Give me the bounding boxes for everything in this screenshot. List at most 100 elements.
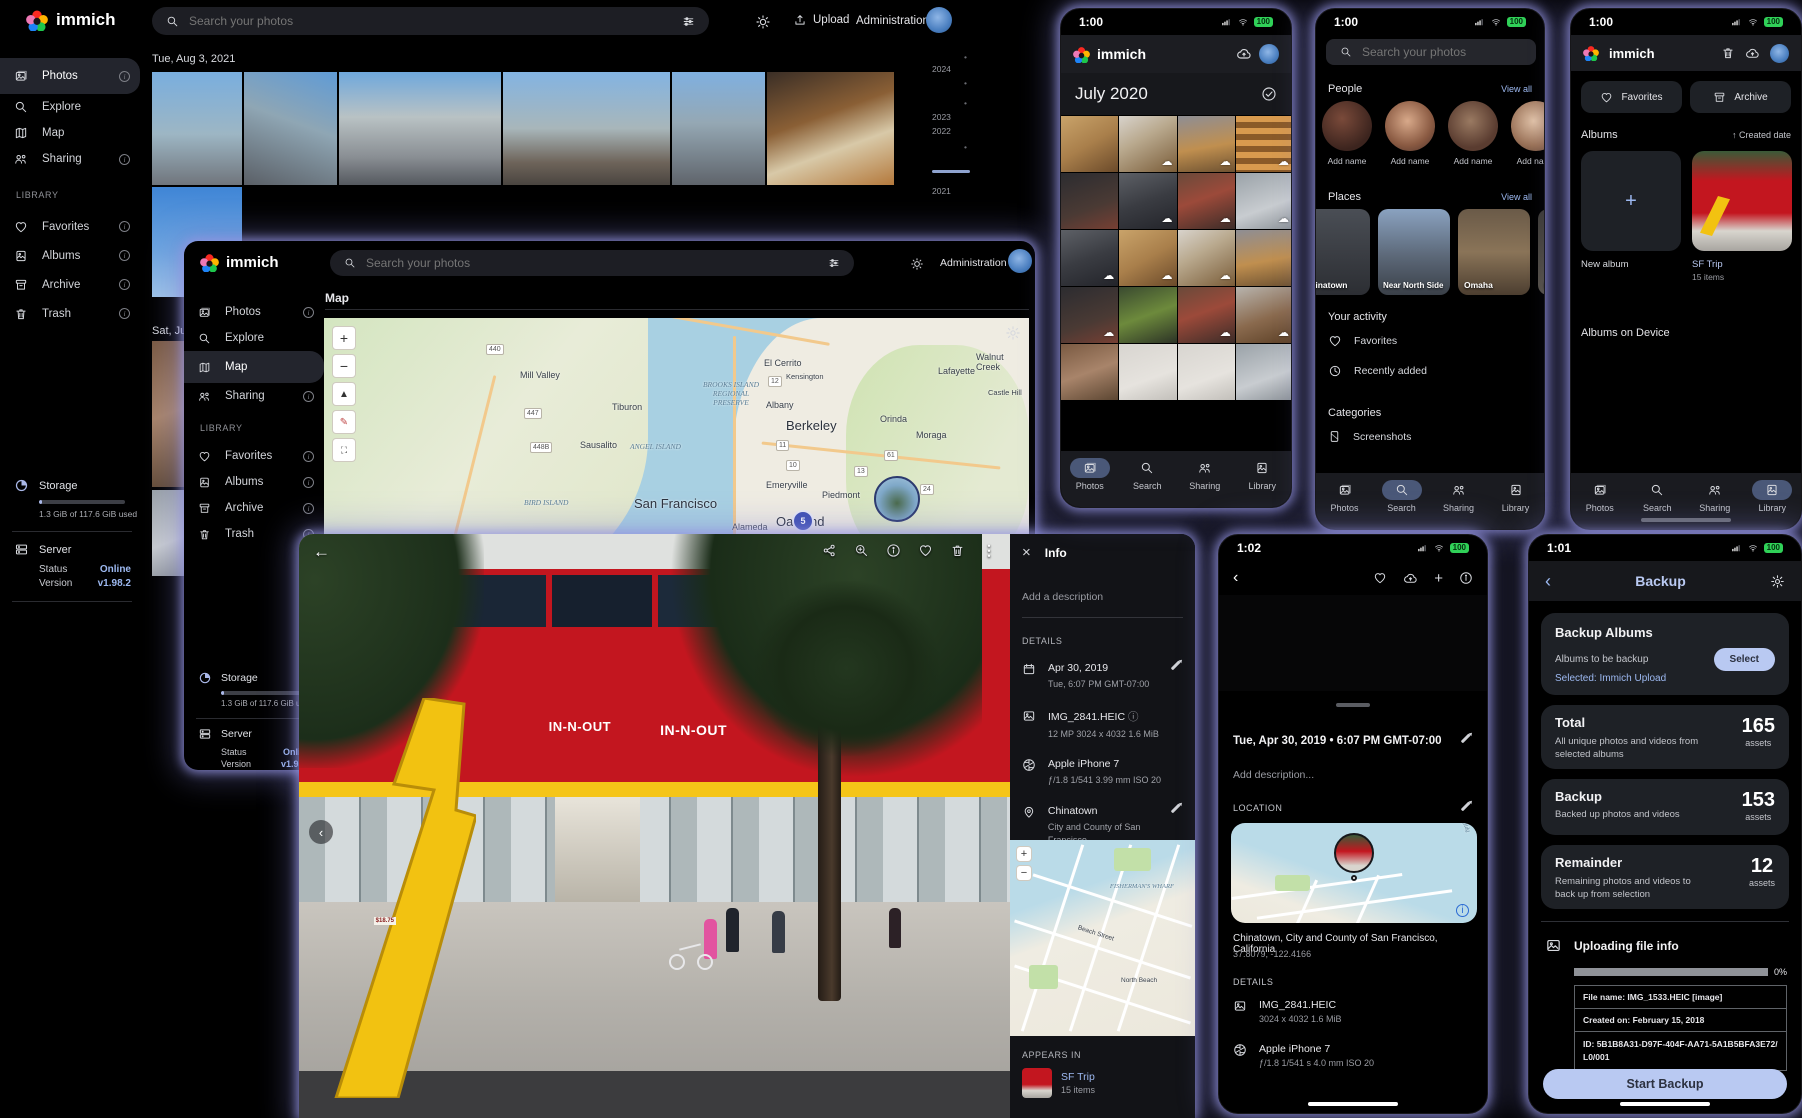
map-photo-marker[interactable] bbox=[874, 476, 920, 522]
favorites-button[interactable]: Favorites bbox=[1581, 81, 1682, 113]
cloud-sync-icon[interactable] bbox=[1745, 46, 1760, 61]
sidebar-item-albums[interactable]: Albumsi bbox=[0, 241, 140, 270]
trash-icon[interactable] bbox=[1721, 46, 1735, 60]
photo-thumbnail[interactable]: ☁ bbox=[1061, 287, 1118, 343]
nav-photos[interactable]: Photos bbox=[1316, 480, 1373, 513]
category-screenshots-row[interactable]: Screenshots bbox=[1328, 430, 1411, 443]
sidebar-item-archive[interactable]: Archivei bbox=[184, 495, 324, 521]
info-icon[interactable]: i bbox=[119, 71, 130, 82]
photo-thumbnail[interactable] bbox=[1119, 344, 1176, 400]
nav-sharing[interactable]: Sharing bbox=[1686, 480, 1744, 513]
person-item[interactable]: Add name bbox=[1511, 101, 1545, 166]
archive-button[interactable]: Archive bbox=[1690, 81, 1791, 113]
nav-photos[interactable]: Photos bbox=[1061, 458, 1119, 491]
back-chevron-icon[interactable]: ‹ bbox=[1233, 569, 1357, 587]
sidebar-item-explore[interactable]: Explore bbox=[0, 94, 140, 120]
administration-link[interactable]: Administration bbox=[940, 257, 1007, 269]
search-bar[interactable] bbox=[330, 250, 854, 276]
map-compass-button[interactable]: ▲ bbox=[332, 382, 356, 406]
map-zoom-in-button[interactable]: + bbox=[332, 326, 356, 350]
theme-toggle-button[interactable] bbox=[910, 255, 924, 273]
search-input[interactable] bbox=[1360, 44, 1522, 60]
upload-button[interactable]: Upload bbox=[793, 13, 849, 27]
description-field[interactable]: Add description... bbox=[1233, 769, 1314, 781]
nav-library[interactable]: Library bbox=[1234, 458, 1292, 491]
photo-thumbnail[interactable] bbox=[244, 72, 337, 185]
info-icon[interactable]: i bbox=[119, 250, 130, 261]
info-icon[interactable] bbox=[886, 543, 901, 558]
viewer-photo[interactable]: IN-N-OUT IN-N-OUT $18.75 bbox=[299, 534, 1010, 1118]
avatar[interactable] bbox=[926, 7, 952, 33]
photo-thumbnail[interactable] bbox=[1061, 116, 1118, 172]
info-icon[interactable]: i bbox=[303, 503, 314, 514]
search-input[interactable] bbox=[364, 255, 820, 271]
info-icon[interactable]: i bbox=[303, 477, 314, 488]
photo-thumbnail[interactable] bbox=[1061, 344, 1118, 400]
sidebar-item-archive[interactable]: Archivei bbox=[0, 270, 140, 299]
cloud-upload-icon[interactable] bbox=[1403, 571, 1418, 586]
place-tile[interactable]: Pi bbox=[1538, 209, 1545, 295]
places-view-all-link[interactable]: View all bbox=[1501, 192, 1532, 202]
info-icon[interactable]: i bbox=[119, 154, 130, 165]
search-input[interactable] bbox=[187, 13, 674, 29]
timeline-scrubber[interactable]: 2024 2023 2022 2021 • • • • bbox=[932, 60, 976, 210]
map-zoom-out-button[interactable]: − bbox=[332, 354, 356, 378]
theme-toggle-button[interactable] bbox=[755, 13, 771, 31]
map-settings-button[interactable] bbox=[1005, 324, 1021, 342]
favorite-heart-icon[interactable] bbox=[918, 543, 933, 558]
minimap-zoom-out-button[interactable]: − bbox=[1016, 865, 1032, 881]
photo-thumbnail[interactable]: ☁ bbox=[1119, 173, 1176, 229]
photo-thumbnail[interactable] bbox=[1236, 344, 1292, 400]
viewer-back-button[interactable]: ← bbox=[313, 542, 330, 562]
person-item[interactable]: Add name bbox=[1448, 101, 1498, 166]
sidebar-item-favorites[interactable]: Favoritesi bbox=[0, 212, 140, 241]
sidebar-item-albums[interactable]: Albumsi bbox=[184, 469, 324, 495]
photo-thumbnail[interactable]: ☁ bbox=[1236, 287, 1292, 343]
filter-sliders-icon[interactable] bbox=[682, 15, 695, 28]
appears-in-album[interactable]: SF Trip 15 items bbox=[1022, 1068, 1095, 1098]
avatar[interactable] bbox=[1259, 44, 1279, 64]
map-info-icon[interactable]: i bbox=[1456, 904, 1469, 917]
info-icon[interactable] bbox=[1459, 571, 1473, 585]
photo-thumbnail[interactable]: ☁ bbox=[1178, 230, 1235, 286]
sidebar-item-explore[interactable]: Explore bbox=[184, 325, 324, 351]
select-albums-button[interactable]: Select bbox=[1714, 648, 1775, 671]
photo-thumbnail[interactable]: ☁ bbox=[1178, 287, 1235, 343]
scrubber-handle[interactable] bbox=[932, 170, 970, 173]
person-item[interactable]: Add name bbox=[1322, 101, 1372, 166]
photo-thumbnail[interactable] bbox=[152, 72, 242, 185]
location-minimap[interactable]: FISHERMAN'S WHARF Beach Street North Bea… bbox=[1010, 840, 1195, 1036]
photo-thumbnail[interactable]: ☁ bbox=[1119, 116, 1176, 172]
nav-photos[interactable]: Photos bbox=[1571, 480, 1629, 513]
photo-thumbnail[interactable] bbox=[503, 72, 670, 185]
sidebar-item-trash[interactable]: Trashi bbox=[0, 299, 140, 328]
photo-thumbnail[interactable] bbox=[1236, 230, 1292, 286]
albums-sort-button[interactable]: ↑ Created date bbox=[1732, 130, 1791, 140]
location-map-card[interactable]: San Francisco Ferry Bldg i bbox=[1231, 823, 1477, 923]
sidebar-item-sharing[interactable]: Sharingi bbox=[0, 146, 140, 172]
photo-thumbnail[interactable]: ☁ bbox=[1061, 230, 1118, 286]
nav-sharing[interactable]: Sharing bbox=[1176, 458, 1234, 491]
place-tile[interactable]: Omaha bbox=[1458, 209, 1530, 295]
sidebar-item-photos[interactable]: Photosi bbox=[184, 299, 324, 325]
photo-area[interactable] bbox=[1219, 595, 1487, 691]
minimap-zoom-in-button[interactable]: + bbox=[1016, 846, 1032, 862]
new-album-tile[interactable]: + bbox=[1581, 151, 1681, 251]
administration-link[interactable]: Administration bbox=[856, 15, 929, 27]
sidebar-item-photos[interactable]: Photosi bbox=[0, 58, 140, 94]
nav-library[interactable]: Library bbox=[1744, 480, 1802, 513]
activity-recently-added-row[interactable]: Recently added bbox=[1328, 364, 1427, 378]
info-icon[interactable]: i bbox=[303, 307, 314, 318]
cloud-sync-icon[interactable] bbox=[1236, 46, 1252, 62]
info-icon[interactable]: i bbox=[119, 308, 130, 319]
nav-sharing[interactable]: Sharing bbox=[1430, 480, 1487, 513]
sidebar-item-map[interactable]: Map bbox=[184, 351, 324, 383]
gear-icon[interactable] bbox=[1770, 574, 1785, 589]
start-backup-button[interactable]: Start Backup bbox=[1543, 1069, 1787, 1099]
nav-search[interactable]: Search bbox=[1373, 480, 1430, 513]
photo-thumbnail[interactable] bbox=[672, 72, 765, 185]
info-icon[interactable]: i bbox=[119, 221, 130, 232]
photo-thumbnail[interactable] bbox=[339, 72, 501, 185]
info-icon[interactable]: i bbox=[303, 451, 314, 462]
map-fullscreen-button[interactable]: ⛶ bbox=[332, 438, 356, 462]
